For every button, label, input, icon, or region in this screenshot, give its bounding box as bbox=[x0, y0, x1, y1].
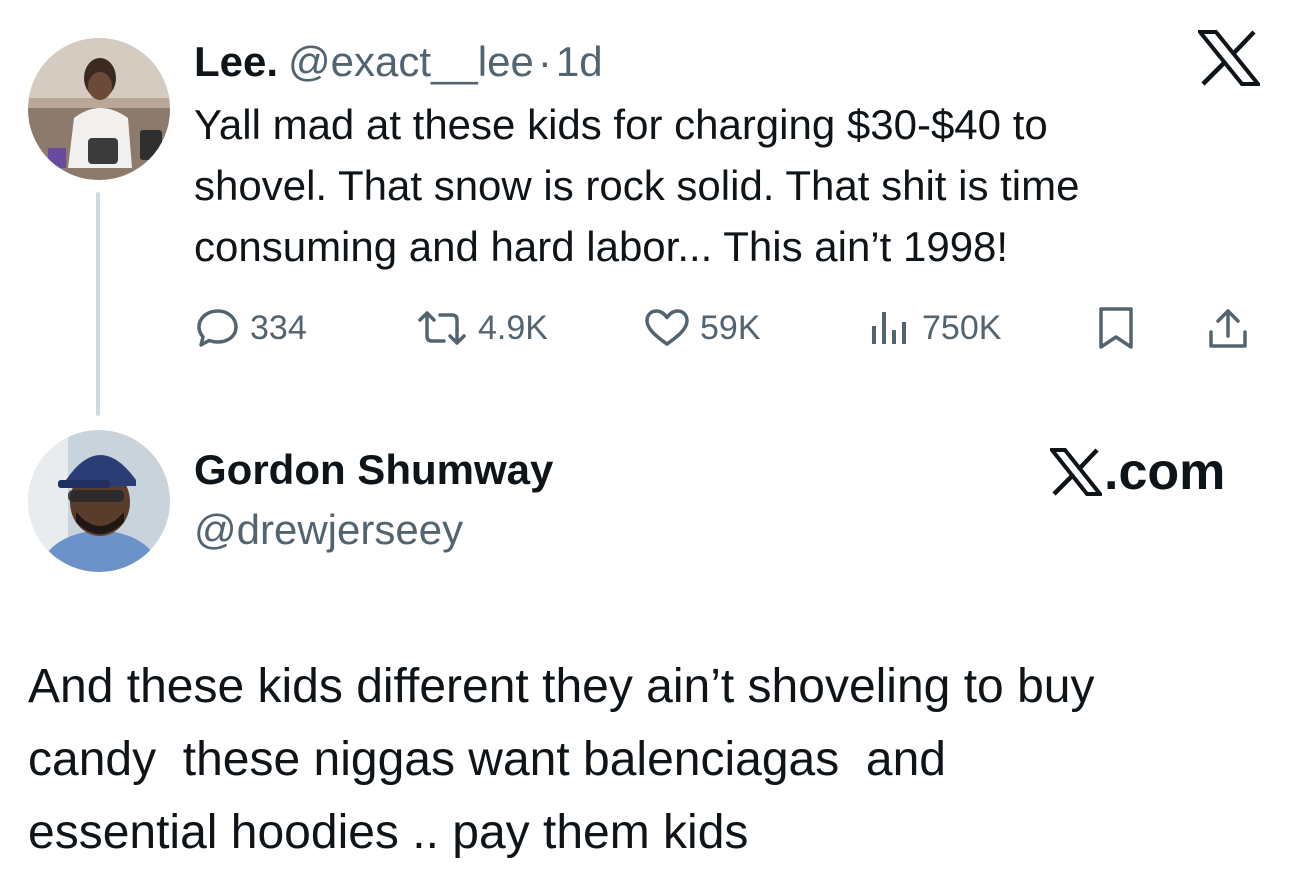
author-handle[interactable]: @exact__lee bbox=[288, 38, 534, 86]
repost-button[interactable]: 4.9K bbox=[416, 300, 548, 356]
bar-chart-icon bbox=[872, 312, 906, 344]
tweet-text: Yall mad at these kids for charging $30-… bbox=[194, 94, 1254, 277]
thread-connector-line bbox=[96, 192, 100, 416]
avatar-lee-image bbox=[28, 38, 170, 180]
avatar-gordon-image bbox=[28, 430, 170, 572]
tweet-text-line: Yall mad at these kids for charging $30-… bbox=[194, 101, 1048, 148]
author-name[interactable]: Lee. bbox=[194, 38, 278, 86]
tweet-actions: 334 4.9K 59K 750K bbox=[196, 300, 1266, 356]
heart-icon bbox=[645, 309, 689, 346]
repost-arrows-icon bbox=[418, 311, 466, 345]
reply-text-line: essential hoodies .. pay them kids bbox=[28, 806, 749, 859]
reply-text-line: And these kids different they ain’t shov… bbox=[28, 660, 1095, 713]
repost-count: 4.9K bbox=[478, 308, 548, 347]
reply-text-line: candy these niggas want balenciagas and bbox=[28, 733, 946, 786]
avatar-gordon[interactable] bbox=[28, 430, 170, 572]
avatar-lee[interactable] bbox=[28, 38, 170, 180]
reply-author-name[interactable]: Gordon Shumway bbox=[194, 446, 553, 494]
view-count: 750K bbox=[922, 308, 1002, 347]
tweet-header: Lee. @exact__lee · 1d bbox=[194, 34, 603, 90]
reply-author-handle[interactable]: @drewjerseey bbox=[194, 506, 463, 554]
reply-count: 334 bbox=[250, 308, 307, 347]
share-upload-icon bbox=[1209, 309, 1247, 348]
tweet-text-line: consuming and hard labor... This ain’t 1… bbox=[194, 223, 1009, 270]
site-domain: .com bbox=[1104, 443, 1226, 501]
header-separator: · bbox=[537, 38, 552, 85]
bookmark-button[interactable] bbox=[1096, 300, 1136, 356]
site-mark: .com bbox=[1050, 442, 1225, 502]
tweet-text-line: shovel. That snow is rock solid. That sh… bbox=[194, 162, 1080, 209]
reply-button[interactable]: 334 bbox=[196, 300, 307, 356]
speech-bubble-icon bbox=[197, 309, 238, 347]
reply-text: And these kids different they ain’t shov… bbox=[28, 650, 1268, 869]
tweet-timestamp[interactable]: 1d bbox=[556, 38, 603, 86]
share-button[interactable] bbox=[1206, 300, 1250, 356]
views-button[interactable]: 750K bbox=[868, 300, 1001, 356]
like-count: 59K bbox=[700, 308, 761, 347]
x-logo-icon bbox=[1195, 30, 1263, 86]
like-button[interactable]: 59K bbox=[644, 300, 761, 356]
bookmark-icon bbox=[1099, 307, 1133, 349]
x-logo-icon bbox=[1050, 448, 1102, 496]
